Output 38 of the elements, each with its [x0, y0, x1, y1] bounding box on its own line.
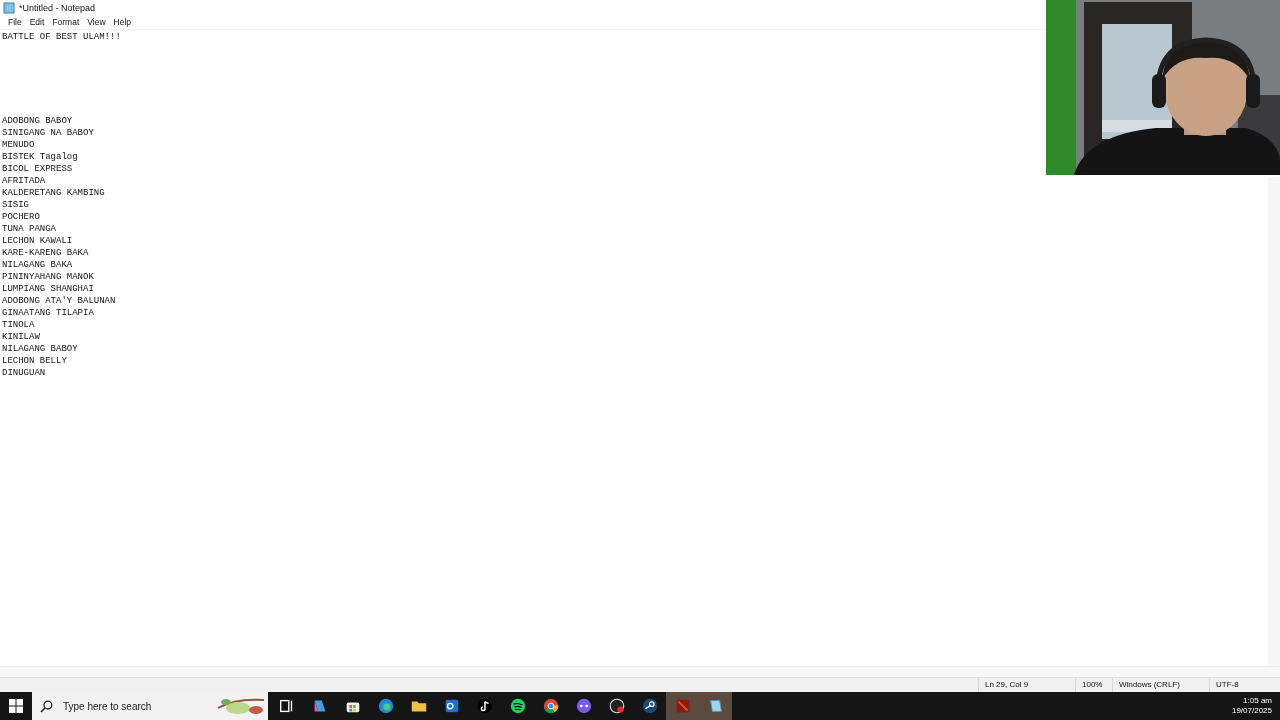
text-line: NILAGANG BABOY: [2, 343, 79, 355]
text-line: BISTEK Tagalog: [2, 151, 79, 163]
text-line: PININYAHANG MANOK: [2, 271, 95, 283]
notepad-icon: [3, 1, 15, 14]
search-icon: [40, 699, 53, 713]
menu-item[interactable]: View: [83, 17, 110, 27]
text-line: LUMPIANG SHANGHAI: [2, 283, 95, 295]
clock-date[interactable]: 19/07/2025: [1231, 706, 1272, 716]
menu-item[interactable]: Help: [109, 17, 136, 27]
text-line: ADOBONG ATA'Y BALUNAN: [2, 295, 117, 307]
search-input[interactable]: Type here to search: [61, 699, 208, 713]
text-line: DINUGUAN: [2, 367, 47, 379]
text-line: BATTLE OF BEST ULAM!!!: [2, 31, 122, 43]
text-line: BICOL EXPRESS: [2, 163, 74, 175]
search-field[interactable]: Type here to search: [32, 692, 268, 720]
notepad-app-icon[interactable]: [699, 692, 732, 720]
windows-logo-icon: [9, 699, 23, 713]
text-line: TINOLA: [2, 319, 36, 331]
menu-item[interactable]: File: [4, 17, 26, 27]
text-line: ADOBONG BABOY: [2, 115, 74, 127]
menu-item[interactable]: Edit: [25, 17, 49, 27]
text-line: MENUDO: [2, 139, 36, 151]
text-line: GINAATANG TILAPIA: [2, 307, 95, 319]
menu-item[interactable]: Format: [48, 17, 84, 27]
horizontal-scrollbar[interactable]: [0, 666, 1280, 677]
text-line: KINILAW: [2, 331, 41, 343]
text-line: LECHON KAWALI: [2, 235, 74, 247]
text-line: LECHON BELLY: [2, 355, 68, 367]
text-line: SISIG: [2, 199, 30, 211]
window-title: *Untitled - Notepad: [19, 2, 96, 13]
text-line: KALDERETANG KAMBING: [2, 187, 106, 199]
text-line: AFRITADA: [2, 175, 47, 187]
text-line: KARE-KARENG BAKA: [2, 247, 90, 259]
text-line: NILAGANG BAKA: [2, 259, 74, 271]
text-line: POCHERO: [2, 211, 41, 223]
text-line: SINIGANG NA BABOY: [2, 127, 95, 139]
clock-time[interactable]: 1:05 am: [1243, 696, 1272, 706]
text-line: TUNA PANGA: [2, 223, 57, 235]
